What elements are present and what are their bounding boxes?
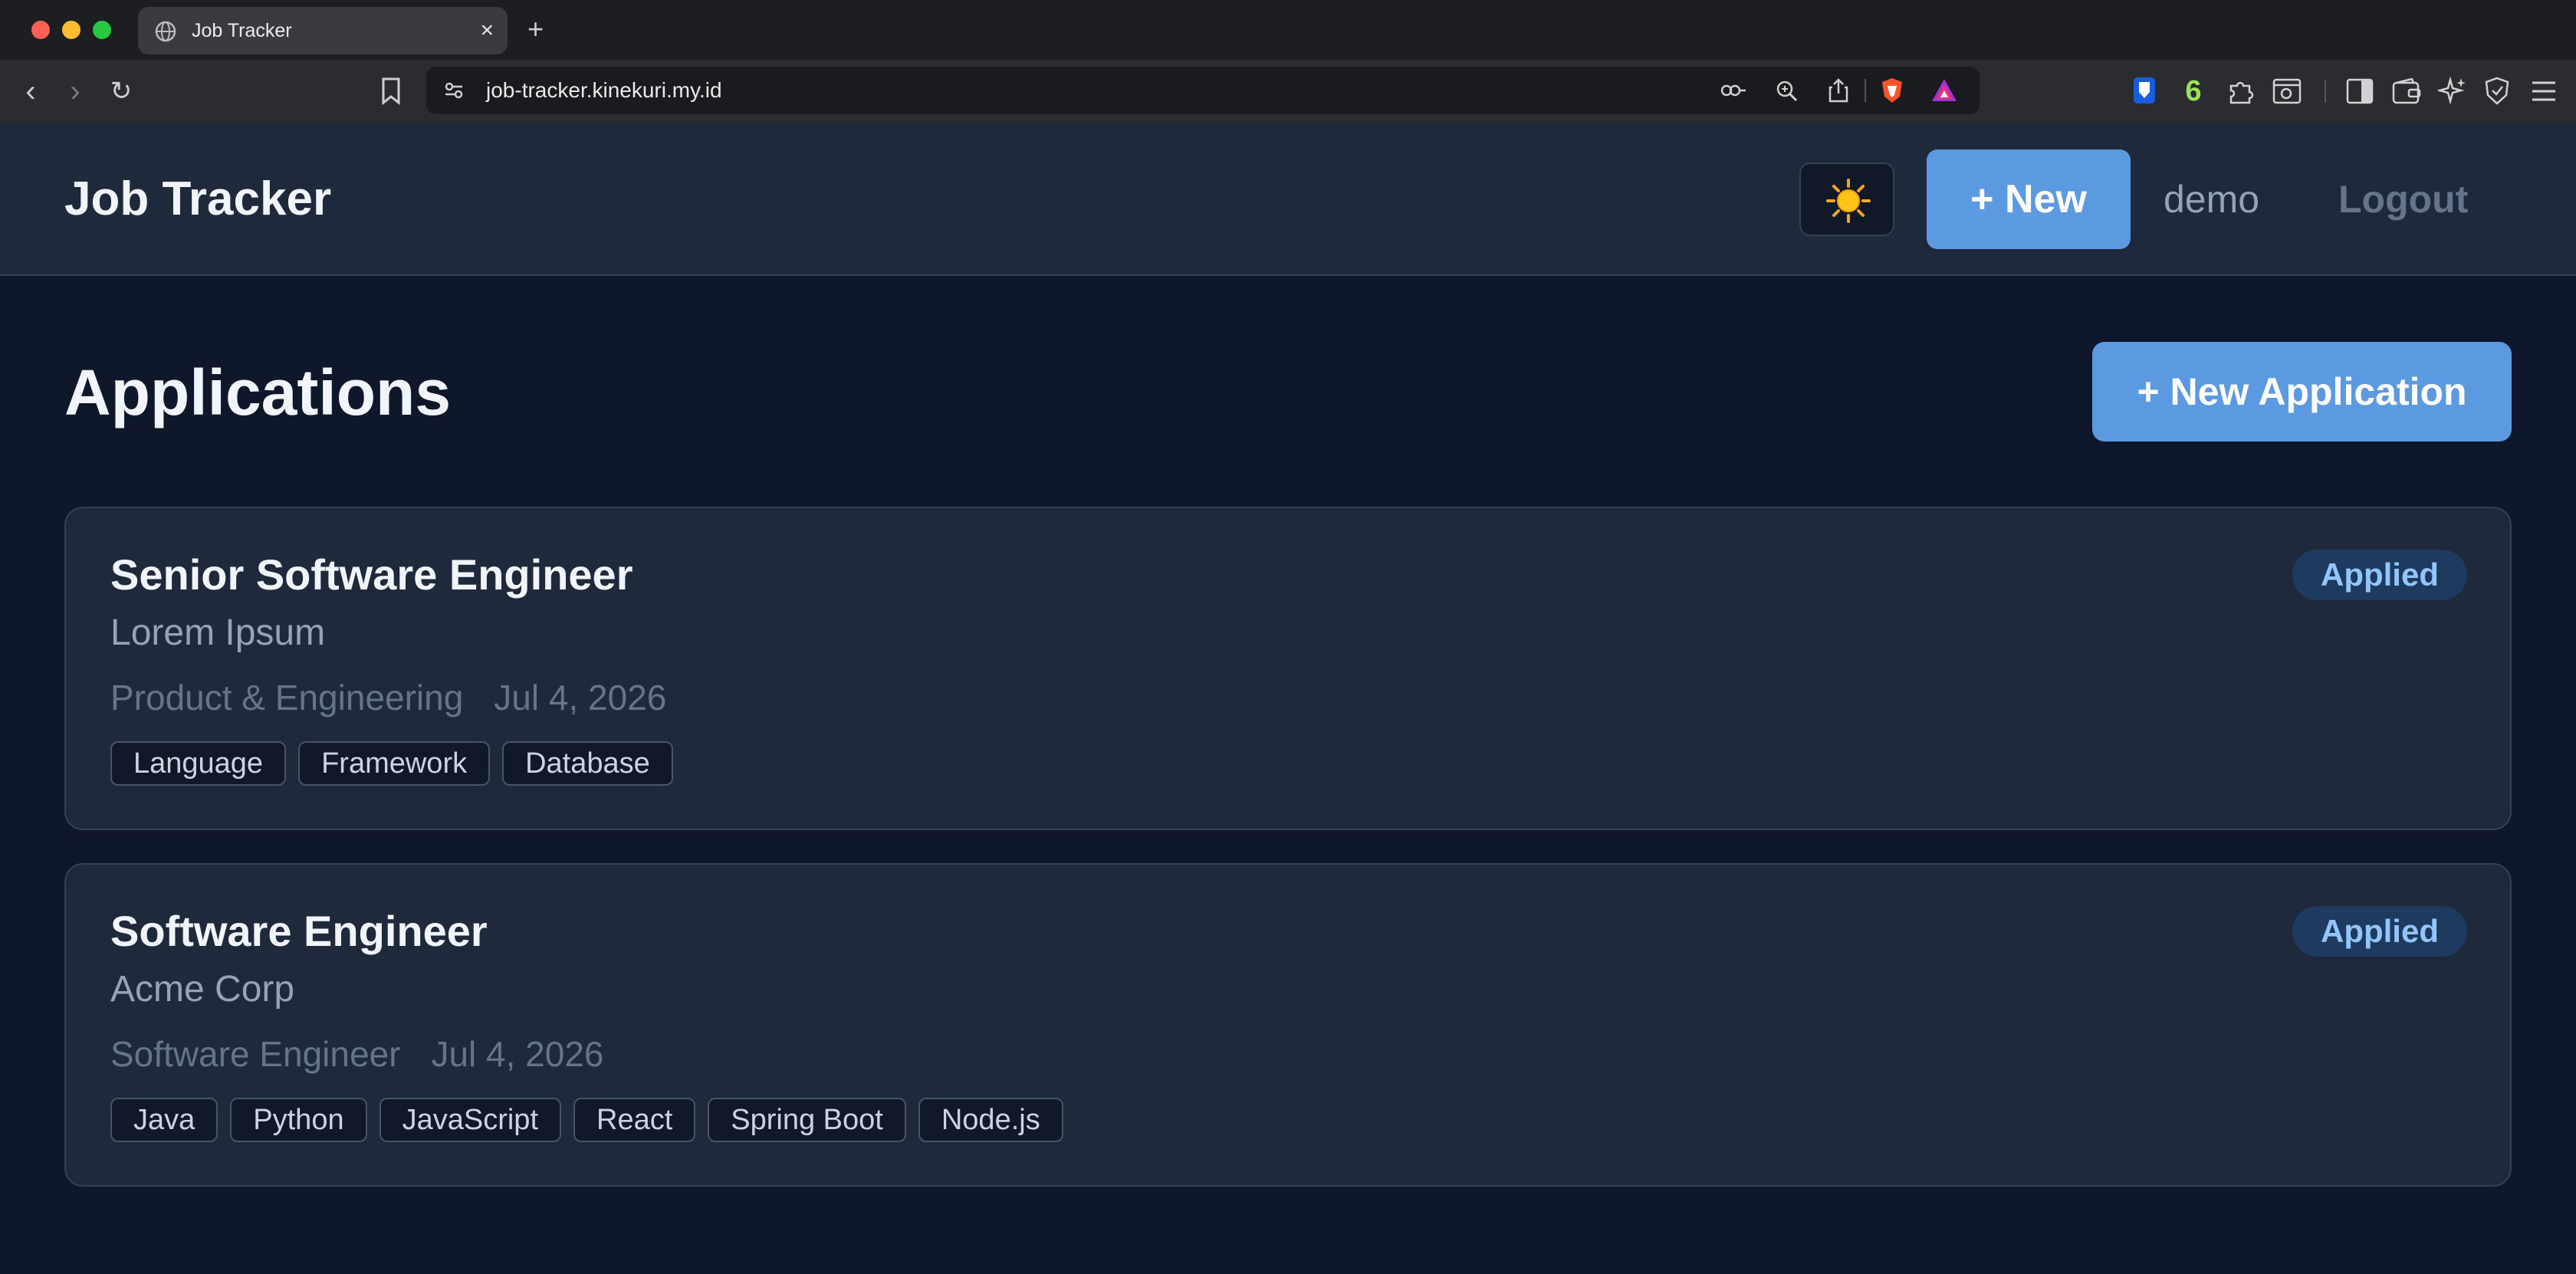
date-label: Jul 4, 2026 bbox=[494, 678, 667, 717]
username-label: demo bbox=[2164, 178, 2260, 221]
tag: Python bbox=[230, 1098, 367, 1142]
app-brand[interactable]: Job Tracker bbox=[64, 123, 331, 276]
tag: Node.js bbox=[918, 1098, 1063, 1142]
browser-tab-bar: Job Tracker × + bbox=[0, 0, 2576, 60]
application-card[interactable]: Senior Software Engineer Lorem Ipsum Pro… bbox=[64, 507, 2512, 830]
tag-list: Java Python JavaScript React Spring Boot… bbox=[110, 1098, 1063, 1144]
new-tab-button[interactable]: + bbox=[527, 9, 544, 49]
tag-list: Language Framework Database bbox=[110, 741, 673, 787]
browser-toolbar: ‹ › ↻ job-tracker.kinekuri.my.id 6 bbox=[0, 60, 2576, 123]
theme-toggle-button[interactable] bbox=[1799, 163, 1894, 236]
department-label: Product & Engineering bbox=[110, 678, 464, 717]
tag: React bbox=[573, 1098, 696, 1142]
forward-icon[interactable]: › bbox=[58, 60, 92, 123]
job-title[interactable]: Senior Software Engineer bbox=[110, 547, 633, 603]
status-badge: Applied bbox=[2292, 550, 2467, 600]
key-icon[interactable] bbox=[1720, 82, 1746, 99]
extension-badge-icon[interactable]: 6 bbox=[2176, 74, 2211, 109]
tab-close-icon[interactable]: × bbox=[480, 7, 494, 54]
divider bbox=[2325, 80, 2326, 103]
card-meta: Product & Engineering Jul 4, 2026 bbox=[110, 671, 666, 724]
new-application-button[interactable]: + New Application bbox=[2092, 342, 2512, 442]
tag: Spring Boot bbox=[708, 1098, 906, 1142]
minimize-window-button[interactable] bbox=[62, 21, 80, 39]
reload-icon[interactable]: ↻ bbox=[104, 60, 138, 123]
company-name: Acme Corp bbox=[110, 969, 295, 1010]
share-icon[interactable] bbox=[1828, 78, 1849, 103]
bookmark-icon[interactable] bbox=[380, 77, 402, 106]
tag: Framework bbox=[298, 741, 491, 786]
bitwarden-icon[interactable] bbox=[2133, 77, 2156, 104]
url-text[interactable]: job-tracker.kinekuri.my.id bbox=[486, 67, 722, 114]
new-button[interactable]: + New bbox=[1927, 149, 2131, 249]
sun-icon bbox=[1826, 179, 1871, 223]
card-meta: Software Engineer Jul 4, 2026 bbox=[110, 1027, 604, 1081]
date-label: Jul 4, 2026 bbox=[431, 1034, 604, 1074]
globe-icon bbox=[155, 21, 176, 42]
address-bar[interactable]: job-tracker.kinekuri.my.id bbox=[426, 67, 1980, 114]
vpn-shield-icon[interactable] bbox=[2484, 77, 2510, 106]
maximize-window-button[interactable] bbox=[93, 21, 111, 39]
brave-rewards-icon[interactable] bbox=[1930, 77, 1958, 103]
back-icon[interactable]: ‹ bbox=[14, 60, 48, 123]
sidebar-icon[interactable] bbox=[2346, 78, 2374, 104]
status-badge: Applied bbox=[2292, 906, 2467, 957]
app-header: Job Tracker + New demo Logout bbox=[0, 123, 2576, 276]
logout-button[interactable]: Logout bbox=[2338, 123, 2468, 276]
tag: JavaScript bbox=[379, 1098, 561, 1142]
tab-title: Job Tracker bbox=[192, 20, 292, 41]
zoom-icon[interactable] bbox=[1776, 80, 1799, 103]
menu-icon[interactable] bbox=[2530, 80, 2558, 103]
browser-tab[interactable]: Job Tracker × bbox=[138, 7, 508, 54]
application-card[interactable]: Software Engineer Acme Corp Software Eng… bbox=[64, 863, 2512, 1187]
department-label: Software Engineer bbox=[110, 1034, 401, 1074]
extensions-puzzle-icon[interactable] bbox=[2226, 77, 2256, 106]
leo-ai-icon[interactable] bbox=[2438, 77, 2467, 106]
page-title: Applications bbox=[64, 356, 452, 428]
tag: Language bbox=[110, 741, 287, 786]
brave-shields-icon[interactable] bbox=[1880, 77, 1904, 104]
close-window-button[interactable] bbox=[31, 21, 50, 39]
tag: Database bbox=[502, 741, 673, 786]
screenshot-tool-icon[interactable] bbox=[2272, 78, 2302, 104]
company-name: Lorem Ipsum bbox=[110, 612, 326, 653]
wallet-icon[interactable] bbox=[2392, 78, 2421, 104]
tag: Java bbox=[110, 1098, 219, 1142]
job-title[interactable]: Software Engineer bbox=[110, 903, 488, 960]
divider bbox=[1865, 79, 1866, 102]
site-settings-icon[interactable] bbox=[443, 80, 465, 101]
